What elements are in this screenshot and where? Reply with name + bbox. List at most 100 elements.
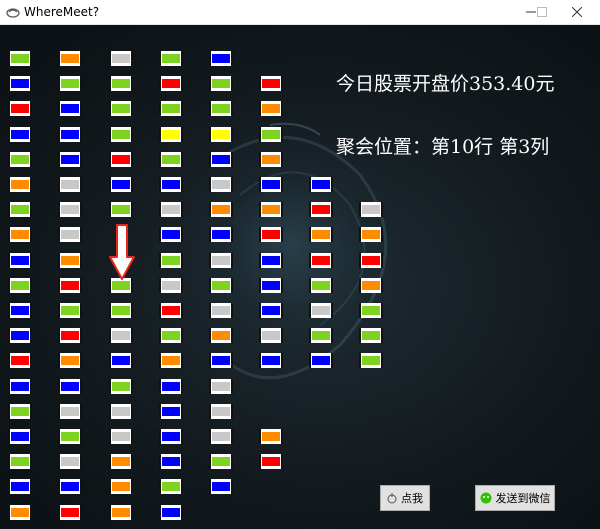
seat bbox=[159, 253, 183, 268]
seat bbox=[8, 51, 32, 66]
close-icon bbox=[572, 7, 582, 17]
seat bbox=[159, 505, 183, 520]
seat bbox=[58, 177, 82, 192]
seat bbox=[58, 479, 82, 494]
seat bbox=[209, 127, 233, 142]
seat bbox=[58, 51, 82, 66]
seat bbox=[309, 353, 333, 368]
seat bbox=[58, 303, 82, 318]
pointer-icon bbox=[387, 492, 397, 504]
seat bbox=[109, 76, 133, 91]
maximize-icon bbox=[537, 7, 547, 17]
seat bbox=[209, 379, 233, 394]
seat bbox=[359, 328, 383, 343]
wechat-icon bbox=[480, 492, 492, 504]
seat bbox=[259, 429, 283, 444]
seat bbox=[159, 429, 183, 444]
seat bbox=[209, 101, 233, 116]
seat bbox=[309, 227, 333, 242]
seat bbox=[309, 328, 333, 343]
seat bbox=[259, 253, 283, 268]
seat bbox=[209, 202, 233, 217]
background-swirl bbox=[209, 122, 388, 380]
seat bbox=[109, 429, 133, 444]
seat bbox=[109, 379, 133, 394]
seat bbox=[159, 404, 183, 419]
seat bbox=[58, 404, 82, 419]
seat bbox=[58, 76, 82, 91]
title-bar[interactable]: WhereMeet? bbox=[0, 0, 600, 25]
meeting-location-text: 聚会位置：第10行 第3列 bbox=[336, 136, 550, 158]
seat bbox=[209, 152, 233, 167]
send-to-wechat-button[interactable]: 发送到微信 bbox=[475, 485, 555, 511]
seat bbox=[109, 152, 133, 167]
seat bbox=[8, 404, 32, 419]
seat bbox=[159, 51, 183, 66]
seat bbox=[309, 303, 333, 318]
seat bbox=[159, 479, 183, 494]
seat bbox=[209, 454, 233, 469]
seat bbox=[8, 328, 32, 343]
seat bbox=[259, 227, 283, 242]
seat bbox=[8, 152, 32, 167]
seat bbox=[309, 202, 333, 217]
seat bbox=[58, 328, 82, 343]
seat bbox=[109, 303, 133, 318]
window-title: WhereMeet? bbox=[24, 5, 100, 19]
seat bbox=[8, 278, 32, 293]
seat bbox=[8, 227, 32, 242]
close-button[interactable] bbox=[554, 0, 600, 24]
seat bbox=[8, 303, 32, 318]
seat bbox=[109, 454, 133, 469]
seat bbox=[159, 152, 183, 167]
seat bbox=[58, 505, 82, 520]
seat bbox=[159, 127, 183, 142]
seat bbox=[209, 353, 233, 368]
seat bbox=[159, 379, 183, 394]
seat bbox=[209, 429, 233, 444]
seat bbox=[8, 429, 32, 444]
locate-me-button[interactable]: 点我 bbox=[380, 485, 430, 511]
seat bbox=[359, 202, 383, 217]
meeting-point-arrow-icon bbox=[109, 224, 135, 280]
send-to-wechat-label: 发送到微信 bbox=[495, 492, 551, 505]
seat bbox=[359, 303, 383, 318]
seat bbox=[8, 101, 32, 116]
seat bbox=[209, 76, 233, 91]
seat bbox=[58, 429, 82, 444]
seating-canvas: 今日股票开盘价353.40元 聚会位置：第10行 第3列 点我 发送到微信 bbox=[0, 25, 600, 529]
seat bbox=[8, 127, 32, 142]
seat bbox=[209, 303, 233, 318]
seat bbox=[109, 177, 133, 192]
seat bbox=[159, 454, 183, 469]
locate-me-label: 点我 bbox=[401, 492, 423, 505]
seat bbox=[58, 353, 82, 368]
seat bbox=[109, 353, 133, 368]
seat bbox=[8, 253, 32, 268]
seat bbox=[159, 353, 183, 368]
seat bbox=[109, 51, 133, 66]
seat bbox=[58, 202, 82, 217]
app-icon bbox=[6, 8, 20, 18]
stock-price-headline: 今日股票开盘价353.40元 bbox=[336, 73, 555, 95]
seat bbox=[159, 303, 183, 318]
seat bbox=[359, 278, 383, 293]
seat bbox=[8, 379, 32, 394]
seat bbox=[159, 202, 183, 217]
seat bbox=[58, 454, 82, 469]
seat bbox=[359, 253, 383, 268]
seat bbox=[109, 127, 133, 142]
seat bbox=[58, 152, 82, 167]
seat bbox=[109, 328, 133, 343]
seat bbox=[8, 505, 32, 520]
seat bbox=[359, 227, 383, 242]
seat bbox=[209, 328, 233, 343]
seat bbox=[259, 152, 283, 167]
seat bbox=[58, 101, 82, 116]
seat bbox=[259, 76, 283, 91]
seat bbox=[259, 101, 283, 116]
seat bbox=[209, 278, 233, 293]
seat bbox=[309, 278, 333, 293]
seat bbox=[8, 479, 32, 494]
seat bbox=[359, 353, 383, 368]
